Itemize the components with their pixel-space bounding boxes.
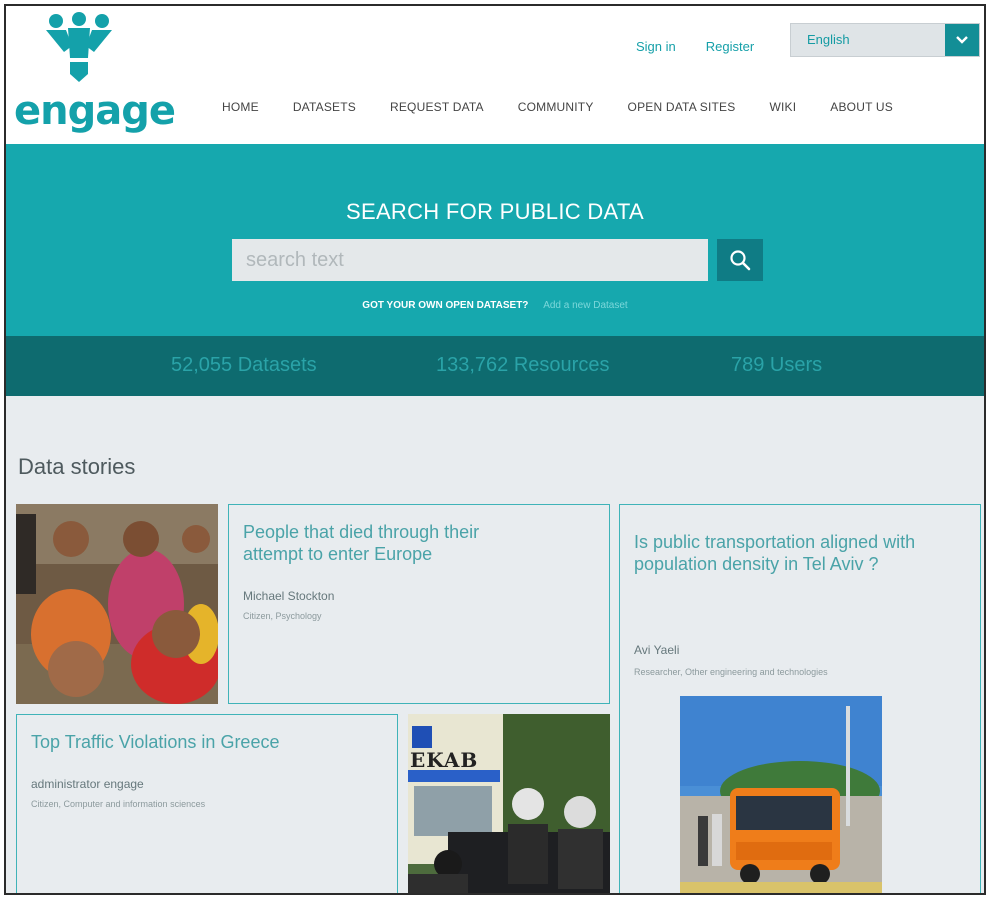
- story-photo-bus[interactable]: [680, 696, 882, 893]
- stat-users[interactable]: 789 Users: [731, 354, 822, 377]
- account-links: Sign in Register: [636, 28, 784, 64]
- story-title[interactable]: Is public transportation aligned with po…: [634, 531, 934, 575]
- stat-datasets[interactable]: 52,055 Datasets: [171, 354, 317, 377]
- register-link[interactable]: Register: [706, 39, 754, 54]
- language-select[interactable]: English: [790, 23, 980, 57]
- logo-wordmark: engage: [14, 88, 176, 134]
- search-button[interactable]: [717, 239, 763, 281]
- story-author[interactable]: administrator engage: [31, 777, 144, 791]
- nav-wiki[interactable]: WIKI: [769, 100, 796, 122]
- nav-community[interactable]: COMMUNITY: [518, 100, 594, 122]
- story-author[interactable]: Michael Stockton: [243, 589, 334, 603]
- story-photo-children[interactable]: [16, 504, 218, 704]
- story-title[interactable]: People that died through their attempt t…: [243, 521, 543, 565]
- own-dataset-question: GOT YOUR OWN OPEN DATASET?: [362, 300, 529, 311]
- story-author-role: Citizen, Computer and information scienc…: [31, 799, 206, 809]
- main-nav: HOME DATASETS REQUEST DATA COMMUNITY OPE…: [222, 100, 893, 122]
- story-card-greece[interactable]: Top Traffic Violations in Greece adminis…: [16, 714, 398, 893]
- nav-request-data[interactable]: REQUEST DATA: [390, 100, 484, 122]
- stat-resources[interactable]: 133,762 Resources: [436, 354, 609, 377]
- story-title[interactable]: Top Traffic Violations in Greece: [31, 731, 371, 753]
- search-input[interactable]: [232, 239, 708, 281]
- sign-in-link[interactable]: Sign in: [636, 39, 676, 54]
- language-dropdown-button[interactable]: [945, 24, 979, 56]
- page-frame: engage Sign in Register English HOME DAT…: [4, 4, 986, 895]
- story-card-europe[interactable]: People that died through their attempt t…: [228, 504, 610, 704]
- stats-bar: 52,055 Datasets 133,762 Resources 789 Us…: [6, 336, 984, 396]
- language-value: English: [807, 32, 850, 47]
- story-photo-ambulance[interactable]: EKAB: [408, 714, 610, 893]
- nav-home[interactable]: HOME: [222, 100, 259, 122]
- story-author-role: Researcher, Other engineering and techno…: [634, 667, 828, 677]
- nav-open-data-sites[interactable]: OPEN DATA SITES: [628, 100, 736, 122]
- search-hero: SEARCH FOR PUBLIC DATA GOT YOUR OWN OPEN…: [6, 144, 984, 336]
- ambulance-signage: EKAB: [410, 748, 479, 772]
- own-dataset-row: GOT YOUR OWN OPEN DATASET? Add a new Dat…: [6, 300, 984, 311]
- nav-datasets[interactable]: DATASETS: [293, 100, 356, 122]
- story-author-role: Citizen, Psychology: [243, 611, 322, 621]
- chevron-down-icon: [956, 36, 968, 44]
- search-icon: [730, 250, 751, 271]
- story-author[interactable]: Avi Yaeli: [634, 643, 679, 657]
- nav-about-us[interactable]: ABOUT US: [830, 100, 893, 122]
- logo-people-icon: [46, 12, 112, 82]
- data-stories-title: Data stories: [18, 454, 136, 479]
- story-card-tel-aviv[interactable]: Is public transportation aligned with po…: [619, 504, 981, 893]
- hero-title: SEARCH FOR PUBLIC DATA: [346, 199, 644, 224]
- add-dataset-link[interactable]: Add a new Dataset: [543, 300, 628, 311]
- site-header: engage Sign in Register English HOME DAT…: [6, 6, 984, 144]
- site-logo[interactable]: engage: [14, 12, 176, 134]
